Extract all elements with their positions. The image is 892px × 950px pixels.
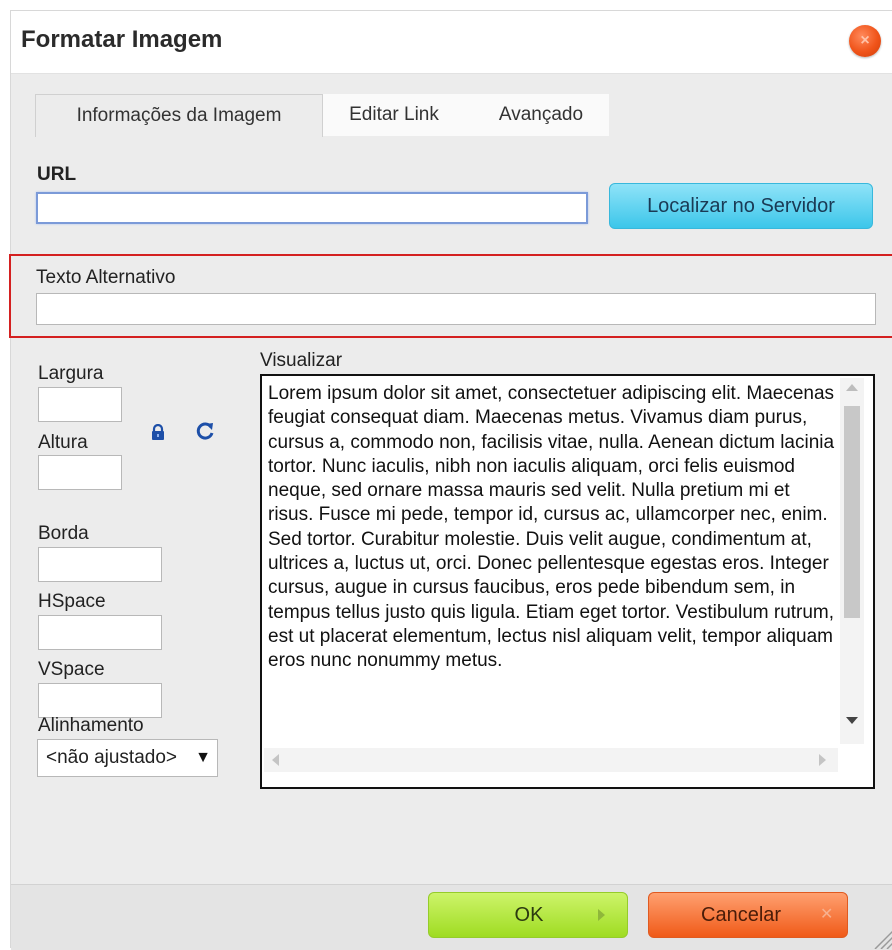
scroll-right-icon[interactable] xyxy=(819,754,826,766)
alt-text-input[interactable] xyxy=(36,293,876,325)
dialog-title: Formatar Imagem xyxy=(21,26,223,53)
tab-bar: Informações da Imagem Editar Link Avança… xyxy=(11,94,892,137)
border-label: Borda xyxy=(38,523,89,544)
resize-grip-icon[interactable] xyxy=(869,925,892,949)
tab-label: Avançado xyxy=(498,104,584,125)
border-input[interactable] xyxy=(38,547,162,582)
alt-text-label: Texto Alternativo xyxy=(36,267,176,288)
preview-horizontal-scrollbar[interactable] xyxy=(264,748,838,772)
preview-vertical-scrollbar[interactable] xyxy=(840,378,864,744)
ok-button[interactable]: OK xyxy=(428,892,628,938)
alignment-value: <não ajustado> xyxy=(46,747,178,768)
height-label: Altura xyxy=(38,432,88,453)
alignment-select[interactable]: <não ajustado> ▼ xyxy=(37,739,218,777)
width-input[interactable] xyxy=(38,387,122,422)
vspace-input[interactable] xyxy=(38,683,162,718)
cancel-label: Cancelar xyxy=(701,904,782,926)
close-icon: × xyxy=(860,32,870,49)
reset-size-icon[interactable] xyxy=(195,421,215,441)
hspace-input[interactable] xyxy=(38,615,162,650)
dialog-footer: OK Cancelar ✕ xyxy=(11,884,892,950)
tab-edit-link[interactable]: Editar Link xyxy=(324,94,464,136)
cancel-button[interactable]: Cancelar ✕ xyxy=(648,892,848,938)
tab-label: Editar Link xyxy=(349,104,439,125)
browse-server-button[interactable]: Localizar no Servidor xyxy=(609,183,873,229)
dialog-body: Informações da Imagem Editar Link Avança… xyxy=(9,74,892,884)
dialog-titlebar[interactable]: Formatar Imagem × xyxy=(11,11,892,74)
preview-text: Lorem ipsum dolor sit amet, consectetuer… xyxy=(268,383,835,672)
width-label: Largura xyxy=(38,363,104,384)
close-button[interactable]: × xyxy=(849,25,881,57)
preview-pane[interactable]: Lorem ipsum dolor sit amet, consectetuer… xyxy=(260,374,875,789)
scroll-down-icon[interactable] xyxy=(846,717,858,724)
scroll-left-icon[interactable] xyxy=(272,754,279,766)
scroll-thumb[interactable] xyxy=(844,406,860,618)
url-input[interactable] xyxy=(36,192,588,224)
vspace-label: VSpace xyxy=(38,659,105,680)
scroll-up-icon[interactable] xyxy=(846,384,858,391)
format-image-dialog: Formatar Imagem × Informações da Imagem … xyxy=(9,10,892,950)
preview-label: Visualizar xyxy=(260,350,343,371)
tab-label: Informações da Imagem xyxy=(76,105,282,126)
alignment-label: Alinhamento xyxy=(38,715,144,736)
ok-arrow-icon xyxy=(598,909,605,921)
dropdown-arrow-icon: ▼ xyxy=(191,740,211,776)
hspace-label: HSpace xyxy=(38,591,106,612)
tab-image-info[interactable]: Informações da Imagem xyxy=(35,94,323,137)
tab-advanced[interactable]: Avançado xyxy=(473,94,609,136)
height-input[interactable] xyxy=(38,455,122,490)
url-label: URL xyxy=(37,164,77,185)
cancel-x-icon: ✕ xyxy=(820,906,834,923)
lock-icon[interactable] xyxy=(151,424,165,440)
